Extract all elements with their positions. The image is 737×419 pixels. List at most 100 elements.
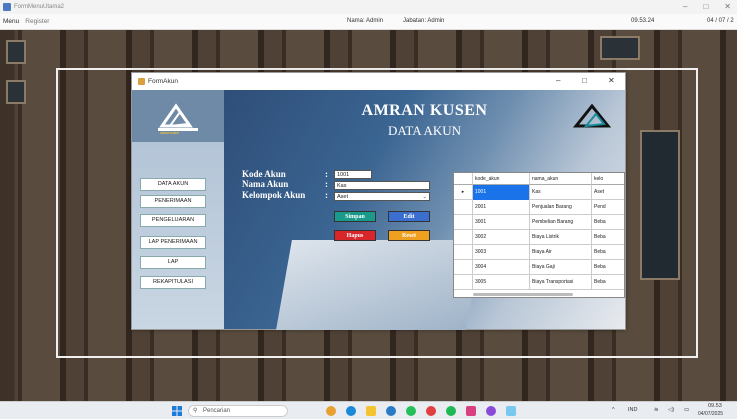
app-icon[interactable] (506, 406, 516, 416)
table-row[interactable]: 3004 Biaya Gaji Beba (454, 260, 624, 275)
sidebar-lap-penerimaan-button[interactable]: LAP PENERIMAAN (140, 236, 206, 249)
sidebar-lap-button[interactable]: LAP (140, 256, 206, 269)
menu-item-menu[interactable]: Menu (0, 18, 22, 25)
table-row[interactable]: 3005 Biaya Transportasi Beba (454, 275, 624, 290)
background-window (600, 36, 640, 60)
dialog-title: FormAkun (148, 78, 178, 85)
windows-start-icon[interactable] (172, 406, 182, 416)
cell-kode-akun[interactable]: 1001 (473, 185, 530, 200)
volume-icon[interactable]: ◁) (668, 407, 674, 413)
dialog-maximize-icon[interactable]: □ (582, 76, 587, 85)
close-icon[interactable]: ✕ (724, 2, 731, 11)
app-title-bar: FormMenuUtama2 – □ ✕ (0, 0, 737, 14)
table-row[interactable]: 3003 Biaya Air Beba (454, 245, 624, 260)
sidebar: AMRAN KUSEN DATA AKUN PENERIMAAN PENGELU… (132, 90, 224, 329)
cell-nama-akun[interactable]: Biaya Listrik (530, 230, 592, 245)
form-akun-dialog: FormAkun – □ ✕ AMRAN KUSEN DATA AKUN PEN… (131, 72, 626, 330)
cell-kelompok[interactable]: Beba (592, 230, 624, 245)
app-icon[interactable] (326, 406, 336, 416)
cell-kode-akun[interactable]: 2001 (473, 200, 530, 215)
app-icon[interactable] (466, 406, 476, 416)
language-indicator[interactable]: IND (628, 407, 637, 413)
user-name-label: Nama: Admin (347, 18, 384, 24)
cell-kelompok[interactable]: Beba (592, 245, 624, 260)
colon: : (325, 190, 328, 200)
column-header-kode-akun[interactable]: kode_akun (473, 173, 530, 185)
edge-icon[interactable] (346, 406, 356, 416)
chevron-up-icon[interactable]: ^ (612, 407, 615, 413)
menu-bar: Menu Register Nama: Admin Jabatan: Admin… (0, 14, 737, 30)
maximize-icon[interactable]: □ (703, 2, 708, 11)
cell-nama-akun[interactable]: Pembelian Barang (530, 215, 592, 230)
table-row[interactable]: 3001 Pembelian Barang Beba (454, 215, 624, 230)
table-row[interactable]: ▸ 1001 Kas Aset (454, 185, 624, 200)
row-header (454, 245, 473, 260)
menu-item-register[interactable]: Register (22, 18, 52, 25)
background-window (6, 80, 26, 104)
table-row[interactable]: 2001 Penjualan Barang Pend (454, 200, 624, 215)
cell-kelompok[interactable]: Pend (592, 200, 624, 215)
dialog-minimize-icon[interactable]: – (556, 76, 560, 85)
horizontal-scrollbar[interactable] (473, 293, 573, 296)
battery-icon[interactable]: ▭ (684, 407, 689, 413)
cell-kelompok[interactable]: Beba (592, 260, 624, 275)
sidebar-rekapitulasi-button[interactable]: REKAPITULASI (140, 276, 206, 289)
file-explorer-icon[interactable] (366, 406, 376, 416)
cell-kelompok[interactable]: Beba (592, 215, 624, 230)
logo-panel: AMRAN KUSEN (132, 90, 224, 142)
cell-kelompok[interactable]: Aset (592, 185, 624, 200)
taskbar: ⚲ Pencarian ^ IND ≋ ◁) ▭ 09.53 04/07/202… (0, 401, 737, 419)
cell-nama-akun[interactable]: Biaya Transportasi (530, 275, 592, 290)
company-heading: AMRAN KUSEN (361, 102, 488, 119)
search-icon: ⚲ (193, 408, 198, 414)
chevron-down-icon[interactable]: ⌄ (422, 193, 427, 201)
taskbar-date[interactable]: 04/07/2025 (698, 411, 723, 417)
column-header-nama-akun[interactable]: nama_akun (530, 173, 592, 185)
cell-nama-akun[interactable]: Biaya Gaji (530, 260, 592, 275)
kode-akun-label: Kode Akun (242, 169, 286, 179)
whatsapp-icon[interactable] (406, 406, 416, 416)
spotify-icon[interactable] (446, 406, 456, 416)
cell-kode-akun[interactable]: 3004 (473, 260, 530, 275)
dialog-close-icon[interactable]: ✕ (608, 76, 615, 85)
dialog-title-bar: FormAkun – □ ✕ (132, 73, 625, 90)
reset-button[interactable]: Reset (388, 230, 430, 241)
taskbar-search-input[interactable]: ⚲ Pencarian (188, 405, 288, 417)
sidebar-penerimaan-button[interactable]: PENERIMAAN (140, 195, 206, 208)
minimize-icon[interactable]: – (683, 2, 687, 11)
simpan-button[interactable]: Simpan (334, 211, 376, 222)
taskbar-clock[interactable]: 09.53 (708, 403, 722, 409)
cell-nama-akun[interactable]: Biaya Air (530, 245, 592, 260)
column-header-kelompok[interactable]: kelo (592, 173, 624, 185)
hapus-button[interactable]: Hapus (334, 230, 376, 241)
cell-nama-akun[interactable]: Kas (530, 185, 592, 200)
settings-icon[interactable] (386, 406, 396, 416)
cell-kelompok[interactable]: Beba (592, 275, 624, 290)
wifi-icon[interactable]: ≋ (654, 407, 659, 413)
akun-data-grid[interactable]: kode_akun nama_akun kelo ▸ 1001 Kas Aset… (453, 172, 625, 298)
table-row[interactable]: 3002 Biaya Listrik Beba (454, 230, 624, 245)
cell-kode-akun[interactable]: 3002 (473, 230, 530, 245)
kode-akun-input[interactable]: 1001 (334, 170, 372, 179)
chrome-icon[interactable] (426, 406, 436, 416)
kelompok-akun-value: Aset (337, 194, 349, 200)
nama-akun-label: Nama Akun (242, 179, 289, 189)
edit-button[interactable]: Edit (388, 211, 430, 222)
form-icon (138, 78, 145, 85)
row-header (454, 230, 473, 245)
sidebar-pengeluaran-button[interactable]: PENGELUARAN (140, 214, 206, 227)
app-icon (3, 3, 11, 11)
cell-kode-akun[interactable]: 3003 (473, 245, 530, 260)
cell-nama-akun[interactable]: Penjualan Barang (530, 200, 592, 215)
colon: : (325, 179, 328, 189)
kelompok-akun-select[interactable]: Aset ⌄ (334, 192, 430, 201)
cell-kode-akun[interactable]: 3005 (473, 275, 530, 290)
cell-kode-akun[interactable]: 3001 (473, 215, 530, 230)
nama-akun-input[interactable]: Kas (334, 181, 430, 190)
amran-kusen-logo-small (572, 103, 612, 128)
kelompok-akun-label: Kelompok Akun (242, 190, 306, 200)
sidebar-data-akun-button[interactable]: DATA AKUN (140, 178, 206, 191)
page-title: DATA AKUN (388, 123, 461, 138)
background-document-image (276, 240, 482, 330)
app-icon[interactable] (486, 406, 496, 416)
